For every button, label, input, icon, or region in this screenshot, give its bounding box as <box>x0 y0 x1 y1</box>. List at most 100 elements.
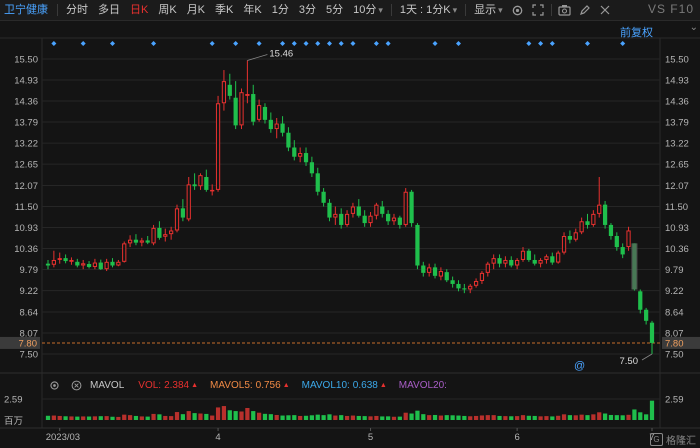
candle <box>386 210 391 225</box>
volume-bar <box>532 415 537 420</box>
price-axis-label-left: 15.50 <box>14 55 38 66</box>
candle-body <box>327 202 332 218</box>
price-axis-label-right: 15.50 <box>665 55 689 66</box>
candle <box>374 202 379 220</box>
candle <box>620 243 625 259</box>
price-axis-label-left: 12.65 <box>14 160 38 171</box>
event-marker-icon <box>538 41 544 46</box>
candle-body <box>204 177 209 190</box>
candle-body <box>151 227 156 244</box>
candle <box>468 283 473 294</box>
current-price-label-left: 7.80 <box>19 338 38 349</box>
indicator-name[interactable]: MAVOL <box>90 380 124 391</box>
candle <box>473 278 479 288</box>
volume-bar <box>327 414 332 420</box>
candle-body <box>368 215 373 224</box>
volume-bar <box>315 414 320 420</box>
candle-body <box>303 153 309 163</box>
volume-bar <box>649 400 655 420</box>
candle-body <box>280 123 285 133</box>
volume-bar <box>344 415 350 420</box>
event-marker-icon <box>151 41 157 46</box>
volume-bar <box>573 415 578 420</box>
candle <box>116 259 121 267</box>
time-axis-label: 4 <box>215 432 220 443</box>
volume-bar <box>98 416 103 420</box>
candle-body <box>620 247 625 255</box>
candle-body <box>251 94 256 122</box>
close-circle-icon[interactable] <box>68 377 84 393</box>
volume-bar <box>169 416 174 420</box>
volume-bar <box>374 415 379 420</box>
volume-bar <box>614 415 619 420</box>
volume-bar <box>139 416 144 420</box>
candle-body <box>321 191 326 203</box>
candle <box>567 230 573 244</box>
at-icon: @ <box>574 360 585 372</box>
volume-bar <box>468 416 473 420</box>
candle <box>303 147 309 166</box>
event-marker-icon <box>303 41 309 46</box>
candle <box>45 259 51 270</box>
volume-bar <box>509 416 514 420</box>
candle-body <box>69 259 74 262</box>
candle <box>503 256 508 268</box>
price-axis-label-left: 9.22 <box>20 286 39 297</box>
candle <box>75 258 80 268</box>
candle <box>579 217 584 235</box>
volume-bar <box>221 406 227 420</box>
candle <box>63 254 68 264</box>
vol-value-group: VOL: 2.384 ▲ <box>138 380 198 391</box>
volume-bar <box>145 416 150 420</box>
time-axis-label: 6 <box>514 432 519 443</box>
candle-body <box>614 236 619 248</box>
candle-body <box>485 263 490 273</box>
candle <box>69 257 74 265</box>
candle <box>602 200 608 229</box>
price-axis-label-left: 14.93 <box>14 76 38 87</box>
volume-bar <box>163 415 168 420</box>
volume-bar <box>438 415 444 420</box>
candle-body <box>186 184 191 220</box>
candle <box>245 60 250 104</box>
vol-label: VOL: <box>138 379 162 391</box>
candle <box>556 250 561 264</box>
candle <box>286 127 291 152</box>
volume-bar <box>174 412 180 420</box>
candle <box>321 188 326 207</box>
price-axis-label-right: 7.50 <box>665 350 684 361</box>
mavol10-group: MAVOL10: 0.638 ▲ <box>302 380 387 391</box>
candle <box>145 236 150 245</box>
price-axis-label-left: 13.22 <box>14 139 38 150</box>
candle-body <box>51 259 56 265</box>
candle <box>409 189 414 227</box>
settings-gear-icon[interactable] <box>46 377 62 393</box>
volume-bar <box>69 416 74 420</box>
volume-bar <box>180 414 185 420</box>
price-axis-label-right: 14.36 <box>665 97 689 108</box>
candle <box>462 283 467 294</box>
candle-body <box>333 213 338 218</box>
volume-bar <box>368 416 373 420</box>
volume-bar <box>462 415 467 420</box>
candle-body <box>509 259 514 266</box>
candle-body <box>403 191 408 225</box>
volume-bar <box>104 416 109 420</box>
candle <box>427 263 432 277</box>
candle-body <box>63 258 68 262</box>
volume-bar <box>63 416 68 420</box>
candle <box>81 259 86 270</box>
candle <box>626 226 631 251</box>
candle-body <box>427 267 432 273</box>
candle-body <box>180 208 185 218</box>
price-axis-label-right: 9.22 <box>665 286 684 297</box>
high-annotation-line <box>247 54 268 61</box>
event-marker-icon <box>110 41 116 46</box>
candle <box>526 248 531 262</box>
candle-body <box>520 250 526 260</box>
candle <box>544 254 549 264</box>
volume-bar <box>526 415 531 420</box>
candle <box>573 228 578 242</box>
mavol10-label: MAVOL10: <box>301 379 350 391</box>
event-marker-icon <box>549 41 555 46</box>
